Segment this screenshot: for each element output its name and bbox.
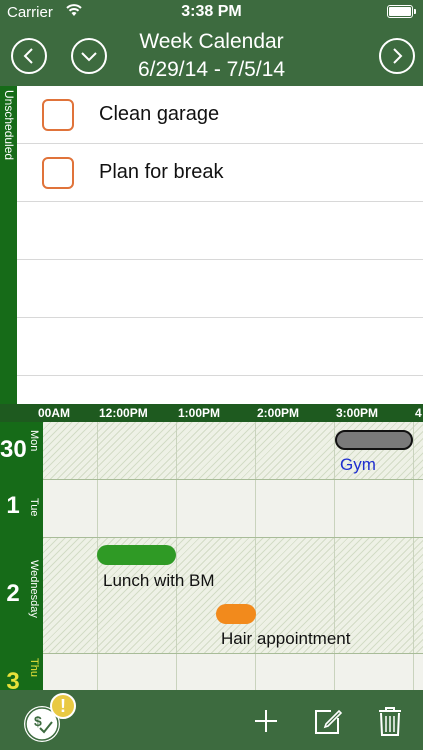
compose-icon	[315, 709, 343, 734]
timeline-header: 00AM 12:00PM 1:00PM 2:00PM 3:00PM 4	[0, 404, 423, 422]
day-name: Tue	[28, 498, 40, 517]
hour-label: 4	[415, 406, 422, 420]
task-title: Clean garage	[99, 103, 220, 125]
task-row[interactable]: Plan for break	[17, 144, 423, 202]
event-title[interactable]: Gym	[340, 455, 376, 475]
trash-icon	[379, 707, 401, 736]
day-row-tue[interactable]: 1 Tue	[0, 480, 423, 538]
edit-button[interactable]	[312, 704, 344, 738]
day-header: 2 Wednesday	[0, 538, 43, 654]
day-name: Mon	[28, 430, 40, 452]
day-row-thu[interactable]: 3 Thu	[0, 654, 423, 690]
date-range: 6/29/14 - 7/5/14	[137, 58, 286, 81]
event-bar-hair[interactable]	[216, 604, 256, 624]
day-name: Thu	[28, 658, 40, 677]
chevron-right-icon	[393, 48, 403, 64]
day-row-wednesday[interactable]: 2 Wednesday Lunch with BM Hair appointme…	[0, 538, 423, 654]
page-title: Week Calendar	[139, 30, 284, 53]
battery-icon	[387, 5, 416, 18]
add-event-button[interactable]	[250, 704, 282, 738]
empty-task-row[interactable]	[17, 260, 423, 318]
warning-badge[interactable]: !	[50, 693, 76, 719]
task-checkbox[interactable]	[42, 157, 74, 189]
day-header: 1 Tue	[0, 480, 43, 538]
hour-label: 1:00PM	[178, 406, 221, 420]
day-timeline[interactable]	[43, 654, 423, 690]
header-bar: Carrier 3:38 PM Week Calendar 6/29/14 - …	[0, 0, 423, 86]
event-bar-gym[interactable]	[335, 430, 413, 450]
day-row-mon[interactable]: 30 Mon Gym	[0, 422, 423, 480]
unscheduled-tab[interactable]: Unscheduled	[0, 86, 17, 404]
status-time: 3:38 PM	[181, 3, 242, 20]
day-number: 2	[6, 580, 20, 607]
hour-label: 3:00PM	[336, 406, 379, 420]
day-header: 30 Mon	[0, 422, 43, 480]
status-bar: Carrier 3:38 PM	[0, 0, 423, 26]
hour-label: 12:00PM	[99, 406, 148, 420]
day-header: 3 Thu	[0, 654, 43, 690]
task-checkbox[interactable]	[42, 99, 74, 131]
day-timeline[interactable]: Gym	[43, 422, 423, 480]
event-bar-lunch[interactable]	[97, 545, 176, 565]
plus-icon	[255, 710, 277, 732]
svg-text:$: $	[34, 713, 42, 729]
unscheduled-label: Unscheduled	[1, 90, 16, 161]
event-title[interactable]: Hair appointment	[221, 629, 350, 649]
event-title[interactable]: Lunch with BM	[103, 571, 215, 591]
empty-task-row[interactable]	[17, 202, 423, 260]
task-row[interactable]: Clean garage	[17, 86, 423, 144]
day-number: 30	[0, 436, 27, 463]
day-timeline[interactable]	[43, 480, 423, 538]
day-name: Wednesday	[28, 560, 40, 618]
day-number: 3	[6, 668, 20, 690]
unscheduled-section: Unscheduled Clean garage Plan for break	[0, 86, 423, 404]
delete-button[interactable]	[374, 704, 406, 738]
empty-task-row[interactable]	[17, 318, 423, 376]
day-number: 1	[6, 492, 20, 519]
next-week-button[interactable]	[379, 38, 415, 74]
task-title: Plan for break	[99, 161, 224, 183]
hour-label: 2:00PM	[257, 406, 300, 420]
day-timeline[interactable]: Lunch with BM Hair appointment	[43, 538, 423, 654]
hour-label: 00AM	[38, 406, 71, 420]
